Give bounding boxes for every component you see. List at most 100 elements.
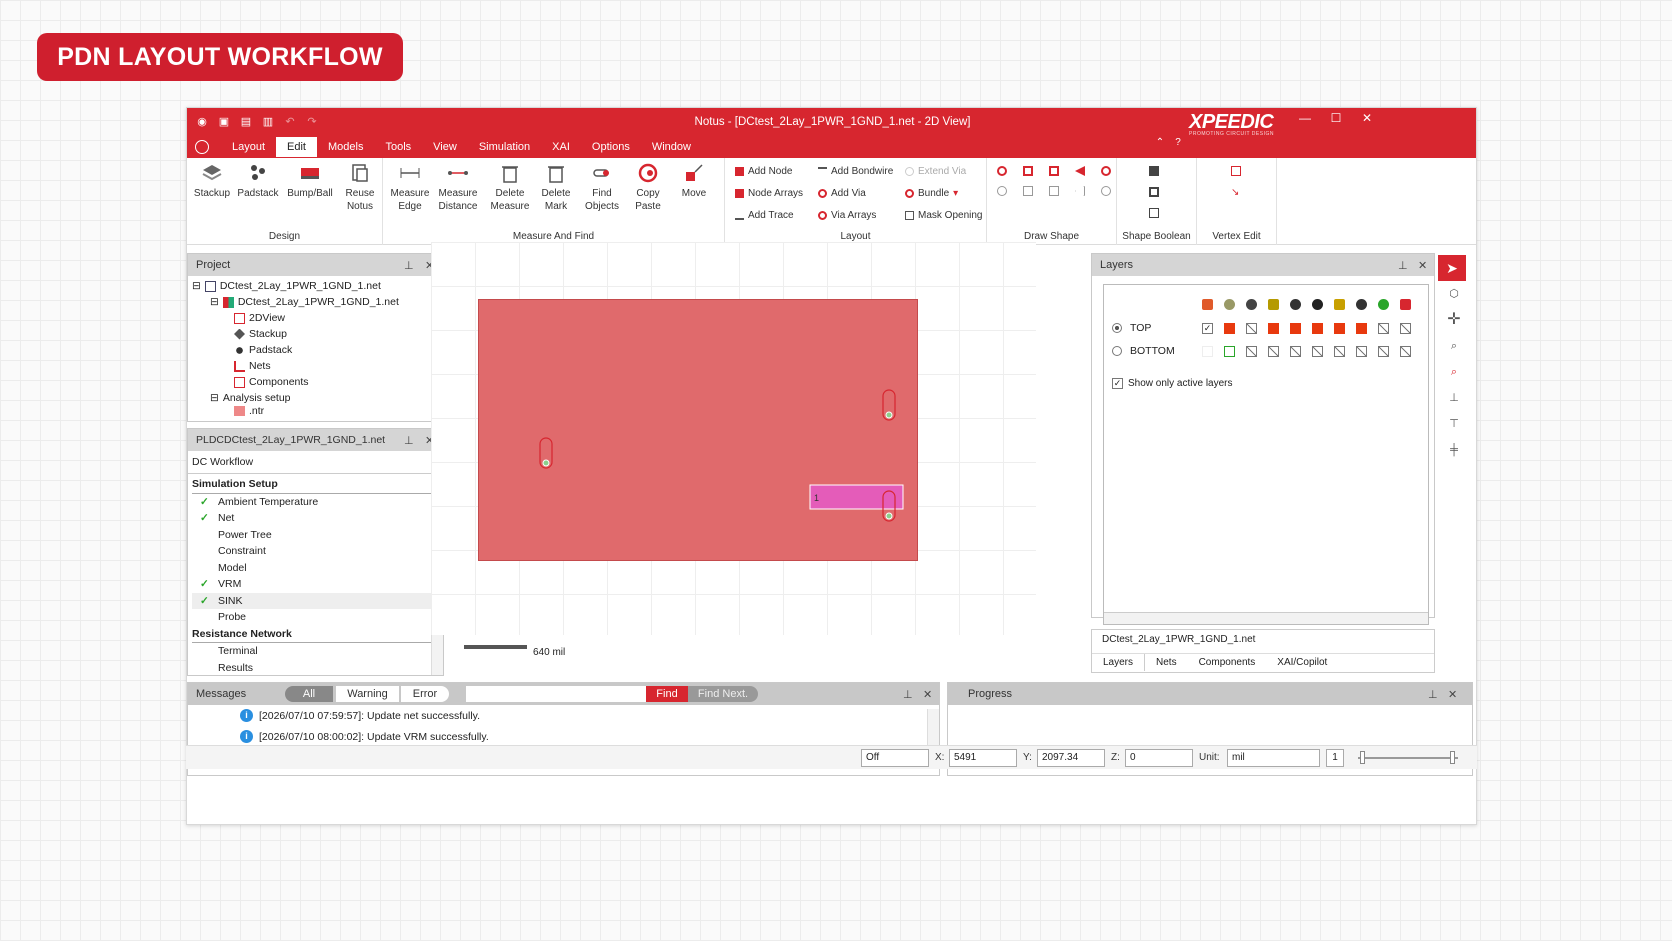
- sink-component[interactable]: [809, 484, 904, 510]
- tree-item[interactable]: ⊟ DCtest_2Lay_1PWR_1GND_1.net: [192, 278, 443, 294]
- layer-radio-bottom[interactable]: [1112, 346, 1122, 356]
- y-coordinate-field[interactable]: 2097.34: [1037, 749, 1105, 767]
- show-only-active-checkbox[interactable]: ✓ Show only active layers: [1112, 378, 1233, 389]
- layer-property-icon[interactable]: [1246, 299, 1257, 310]
- layer-cell[interactable]: [1356, 346, 1367, 357]
- menu-edit[interactable]: Edit: [276, 137, 317, 157]
- layer-cell[interactable]: [1312, 323, 1323, 334]
- z-coordinate-field[interactable]: 0: [1125, 749, 1193, 767]
- draw-polygon-icon[interactable]: [1049, 166, 1059, 176]
- workflow-step[interactable]: Model: [192, 560, 443, 577]
- layer-cell[interactable]: ✓: [1202, 323, 1213, 334]
- workflow-step[interactable]: Probe: [192, 609, 443, 626]
- layer-property-icon[interactable]: [1378, 299, 1389, 310]
- layer-row-top[interactable]: TOP: [1112, 322, 1151, 334]
- tab-xai-copilot[interactable]: XAI/Copilot: [1266, 654, 1338, 671]
- workflow-step[interactable]: Constraint: [192, 543, 443, 560]
- pin-icon[interactable]: ⊥: [404, 259, 414, 272]
- draw-arc-icon[interactable]: [1075, 166, 1085, 176]
- menu-window[interactable]: Window: [641, 137, 702, 157]
- menu-options[interactable]: Options: [581, 137, 641, 157]
- layer-cell[interactable]: [1290, 346, 1301, 357]
- zoom-icon[interactable]: ⌕: [1438, 333, 1470, 359]
- align-center-icon[interactable]: ╪: [1438, 437, 1470, 463]
- tab-layers[interactable]: Layers: [1092, 654, 1146, 671]
- draw-rect-icon[interactable]: [1023, 166, 1033, 176]
- via-arrays-button[interactable]: Via Arrays: [818, 210, 876, 221]
- workflow-step[interactable]: ✓ Net: [192, 510, 443, 527]
- layer-row-bottom[interactable]: BOTTOM: [1112, 345, 1175, 357]
- close-icon[interactable]: ✕: [1448, 688, 1457, 701]
- close-icon[interactable]: ✕: [923, 688, 932, 701]
- layer-property-icon[interactable]: [1290, 299, 1301, 310]
- menu-models[interactable]: Models: [317, 137, 374, 157]
- 3d-view-icon[interactable]: ⬡: [1438, 281, 1470, 307]
- filter-warning-button[interactable]: Warning: [336, 686, 399, 702]
- layer-cell[interactable]: [1224, 346, 1235, 357]
- reuse-notus-button[interactable]: Reuse Notus: [337, 162, 383, 213]
- vertex-move-icon[interactable]: ↘: [1231, 187, 1239, 198]
- draw-ring2-icon[interactable]: [1101, 186, 1111, 196]
- tree-item[interactable]: .ntr: [192, 406, 443, 416]
- layer-cell[interactable]: [1378, 346, 1389, 357]
- layers-hscrollbar[interactable]: [1104, 612, 1428, 624]
- tree-item[interactable]: ⊟ Analysis setup: [192, 390, 443, 406]
- bundle-button[interactable]: Bundle ▾: [905, 188, 958, 199]
- workflow-step-terminal[interactable]: Terminal: [192, 643, 443, 660]
- workflow-step-results[interactable]: Results: [192, 660, 443, 677]
- x-coordinate-field[interactable]: 5491: [949, 749, 1017, 767]
- delete-mark-button[interactable]: Delete Mark: [533, 162, 579, 213]
- layer-cell[interactable]: [1246, 323, 1257, 334]
- find-next-button[interactable]: Find Next.: [688, 686, 758, 702]
- pan-tool-icon[interactable]: ✛: [1438, 307, 1470, 333]
- app-menu-icon[interactable]: [195, 140, 209, 154]
- measure-edge-button[interactable]: Measure Edge: [387, 162, 433, 213]
- pin-icon[interactable]: ⊥: [404, 434, 414, 447]
- vertex-add-icon[interactable]: [1231, 166, 1241, 176]
- mask-opening-button[interactable]: Mask Opening: [905, 210, 982, 221]
- layer-cell[interactable]: [1334, 346, 1345, 357]
- tree-item[interactable]: 2DView: [192, 310, 443, 326]
- layer-property-icon[interactable]: [1400, 299, 1411, 310]
- pin-icon[interactable]: ⊥: [903, 688, 913, 701]
- layer-cell[interactable]: [1246, 346, 1257, 357]
- tab-components[interactable]: Components: [1188, 654, 1267, 671]
- layer-cell[interactable]: [1334, 323, 1345, 334]
- menu-xai[interactable]: XAI: [541, 137, 581, 157]
- snap-field[interactable]: Off: [861, 749, 929, 767]
- measure-distance-button[interactable]: Measure Distance: [433, 162, 483, 213]
- layer-cell[interactable]: [1356, 323, 1367, 334]
- layer-cell[interactable]: [1268, 346, 1279, 357]
- close-button[interactable]: ✕: [1357, 111, 1377, 125]
- layer-cell[interactable]: [1312, 346, 1323, 357]
- boolean-subtract-icon[interactable]: [1149, 187, 1159, 197]
- bundle-dropdown-icon[interactable]: ▾: [953, 188, 958, 199]
- message-line[interactable]: i [2026/07/10 08:00:02]: Update VRM succe…: [188, 726, 939, 747]
- draw-polygon2-icon[interactable]: [1049, 186, 1059, 196]
- tree-item[interactable]: Components: [192, 374, 443, 390]
- menu-layout[interactable]: Layout: [221, 137, 276, 157]
- draw-rect2-icon[interactable]: [1023, 186, 1033, 196]
- message-line[interactable]: i [2026/07/10 07:59:57]: Update net succe…: [188, 705, 939, 726]
- unit-field[interactable]: mil: [1227, 749, 1320, 767]
- align-bottom-icon[interactable]: ⊥: [1438, 385, 1470, 411]
- close-icon[interactable]: ✕: [1418, 259, 1427, 272]
- layer-cell[interactable]: [1224, 323, 1235, 334]
- boolean-union-icon[interactable]: [1149, 166, 1159, 176]
- stackup-button[interactable]: Stackup: [189, 162, 235, 200]
- layer-property-icon[interactable]: [1224, 299, 1235, 310]
- filter-error-button[interactable]: Error: [401, 686, 449, 702]
- layer-cell[interactable]: [1290, 323, 1301, 334]
- layout-canvas[interactable]: 1 640 mil: [431, 242, 1036, 658]
- tree-item[interactable]: Stackup: [192, 326, 443, 342]
- minimize-button[interactable]: —: [1295, 111, 1315, 125]
- find-button[interactable]: Find: [646, 686, 688, 702]
- message-search-input[interactable]: [466, 686, 646, 702]
- layer-radio-top[interactable]: [1112, 323, 1122, 333]
- pin-icon[interactable]: ⊥: [1398, 259, 1408, 272]
- zoom-level-field[interactable]: 1: [1326, 749, 1344, 767]
- move-button[interactable]: Move: [671, 162, 717, 200]
- layer-property-icon[interactable]: [1268, 299, 1279, 310]
- workflow-step[interactable]: ✓ VRM: [192, 576, 443, 593]
- boolean-intersect-icon[interactable]: [1149, 208, 1159, 218]
